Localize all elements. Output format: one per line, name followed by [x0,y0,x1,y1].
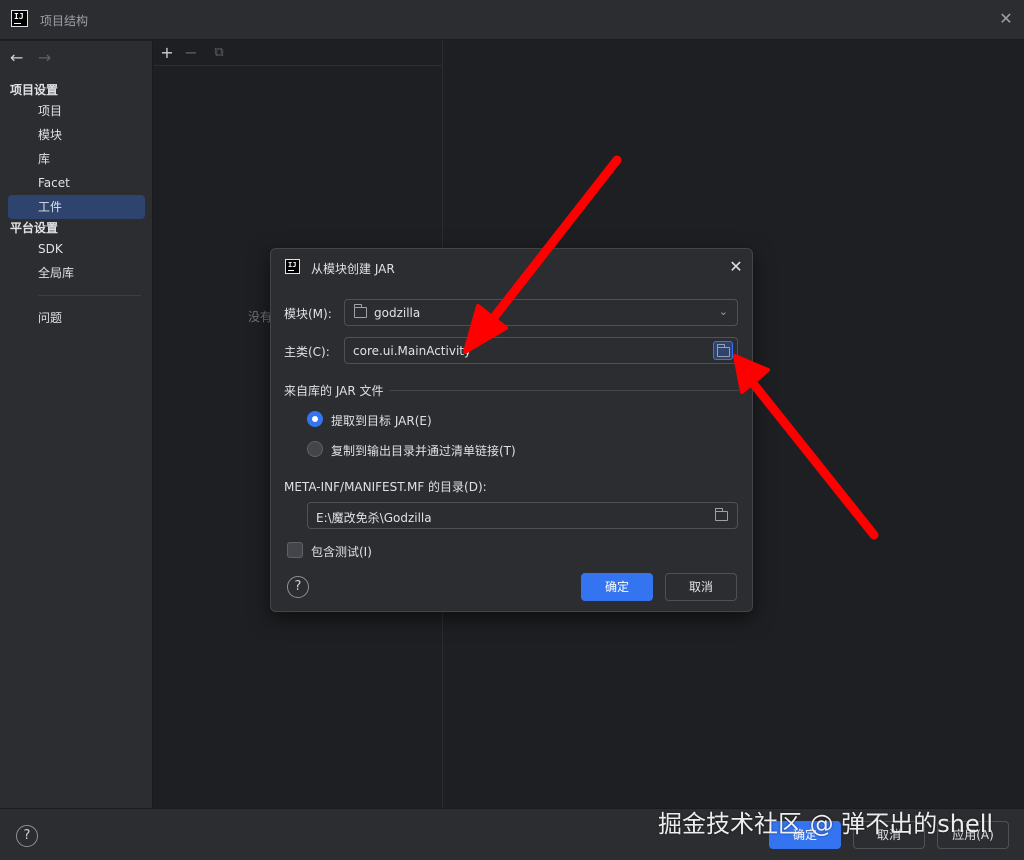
dialog-title: 从模块创建 JAR [311,262,395,276]
window-titlebar: IJ 项目结构 ✕ [0,0,1024,40]
browse-main-class-button[interactable] [713,341,733,360]
add-icon[interactable]: + [158,44,176,62]
sidebar-section-platform-settings: 平台设置 [10,221,59,235]
artifacts-toolbar: + − ⧉ [154,41,443,66]
radio-label: 提取到目标 JAR(E) [331,414,432,428]
radio-unselected-icon[interactable] [307,441,323,457]
include-tests-checkbox[interactable] [287,542,303,558]
settings-sidebar: ← → 项目设置 项目 模块 库 Facet 工件 平台设置 SDK 全局库 问… [0,41,153,808]
nav-arrows: ← → [10,49,56,67]
intellij-logo-icon: IJ [285,259,300,274]
forward-arrow-icon[interactable]: → [38,49,56,67]
module-combobox[interactable]: godzilla ⌄ [344,299,738,326]
group-divider [389,390,739,391]
back-arrow-icon[interactable]: ← [10,49,28,67]
module-label: 模块(M): [284,307,332,321]
dialog-ok-button[interactable]: 确定 [581,573,653,601]
folder-icon[interactable] [715,508,728,521]
sidebar-item-libraries[interactable]: 库 [8,147,145,171]
sidebar-list: 项目设置 项目 模块 库 Facet 工件 平台设置 SDK 全局库 问题 [0,81,153,330]
dialog-cancel-button[interactable]: 取消 [665,573,737,601]
dialog-close-icon[interactable]: ✕ [727,258,745,276]
sidebar-divider [38,295,141,296]
main-class-label: 主类(C): [284,345,330,359]
help-icon[interactable]: ? [16,825,38,847]
intellij-logo-icon: IJ [11,10,28,27]
sidebar-section-project-settings: 项目设置 [10,83,59,97]
module-folder-icon [354,304,367,318]
dialog-help-icon[interactable]: ? [287,576,309,598]
main-class-value: core.ui.MainActivity [353,344,472,358]
window-close-icon[interactable]: ✕ [998,11,1014,27]
include-tests-label: 包含测试(I) [311,545,372,559]
radio-label: 复制到输出目录并通过清单链接(T) [331,444,516,458]
folder-icon [717,344,730,357]
chevron-down-icon: ⌄ [718,305,728,318]
sidebar-item-sdks[interactable]: SDK [8,237,145,261]
module-value: godzilla [374,306,421,320]
sidebar-item-facets[interactable]: Facet [8,171,145,195]
copy-icon[interactable]: ⧉ [210,44,228,62]
jar-files-group-title: 来自库的 JAR 文件 [284,384,384,398]
radio-selected-icon[interactable] [307,411,323,427]
manifest-dir-value: E:\魔改免杀\Godzilla [316,511,432,525]
main-class-field[interactable]: core.ui.MainActivity [344,337,738,364]
empty-state-text: 没有 [248,310,273,324]
window-title: 项目结构 [40,14,89,28]
sidebar-item-global-libraries[interactable]: 全局库 [8,261,145,285]
watermark-text: 掘金技术社区 @ 弹不出的shell [658,810,994,838]
sidebar-item-artifacts[interactable]: 工件 [8,195,145,219]
remove-icon[interactable]: − [182,44,200,62]
create-jar-dialog: IJ 从模块创建 JAR ✕ 模块(M): godzilla ⌄ 主类(C): … [270,248,753,612]
sidebar-item-modules[interactable]: 模块 [8,123,145,147]
sidebar-item-problems[interactable]: 问题 [8,306,145,330]
manifest-dir-label: META-INF/MANIFEST.MF 的目录(D): [284,480,487,494]
sidebar-item-project[interactable]: 项目 [8,99,145,123]
manifest-dir-field[interactable]: E:\魔改免杀\Godzilla [307,502,738,529]
